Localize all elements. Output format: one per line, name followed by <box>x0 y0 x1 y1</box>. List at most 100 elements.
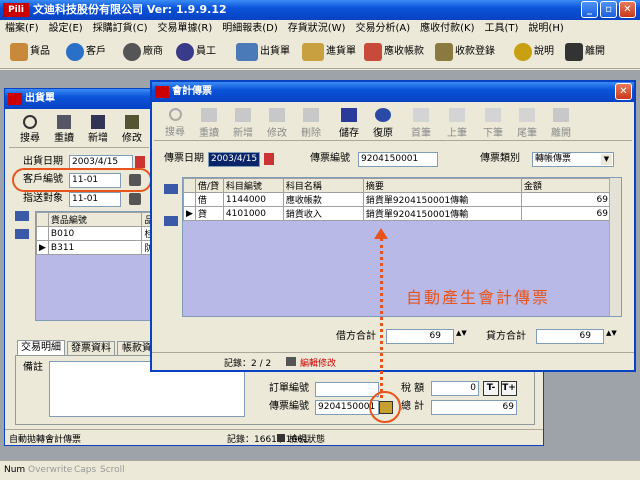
close-button[interactable]: ✕ <box>619 1 636 18</box>
toolbar-help[interactable]: 說明 <box>514 39 554 65</box>
tax-plus-button[interactable]: T+ <box>501 381 517 396</box>
table-row[interactable]: 借 1144000 應收帳款 銷貨單9204150001傳輸 69 <box>183 192 612 207</box>
tab-invoice[interactable]: 發票資料 <box>67 341 115 355</box>
calendar-icon[interactable] <box>264 153 274 165</box>
calendar-icon[interactable] <box>135 156 145 168</box>
toolbar-goods[interactable]: 貨品 <box>10 39 50 65</box>
customer-highlight <box>12 168 152 192</box>
insert-row-icon[interactable] <box>164 184 178 194</box>
voucher-tool-search[interactable]: 搜尋 <box>160 108 190 138</box>
voucher-no-input[interactable]: 9204150001 <box>358 152 438 167</box>
voucher-tool-last[interactable]: 尾筆 <box>512 108 542 139</box>
toolbar-purchase[interactable]: 進貨單 <box>302 39 356 65</box>
menu-analysis[interactable]: 交易分析(A) <box>350 20 415 38</box>
maximize-button[interactable]: ▫ <box>600 1 617 18</box>
voucher-tool-delete[interactable]: 刪除 <box>296 108 326 139</box>
exit-icon <box>565 43 583 61</box>
voucher-no-label: 傳票編號 <box>310 153 350 164</box>
delete-row-icon[interactable] <box>164 216 178 226</box>
save-icon <box>341 108 357 122</box>
annotation-label: 自動產生會計傳票 <box>406 288 551 307</box>
col-amount[interactable]: 金額 <box>520 178 612 193</box>
table-row[interactable]: B010桂花香皂 <box>36 226 150 241</box>
toolbar-receivable[interactable]: 應收帳款 <box>364 39 424 65</box>
col-goods-id[interactable]: 貨品編號 <box>47 212 143 227</box>
tab-trade-detail[interactable]: 交易明細 <box>17 340 65 355</box>
voucher-status-record: 記錄：2 / 2 <box>224 359 272 369</box>
toolbar-customer[interactable]: 客戶 <box>66 39 106 65</box>
help-icon <box>514 43 532 61</box>
voucher-tool-new[interactable]: 新增 <box>228 108 258 139</box>
ledger-icon <box>364 43 382 61</box>
shipping-tool-divider <box>9 147 149 148</box>
voucher-tool-edit[interactable]: 修改 <box>262 108 292 139</box>
toolbar-exit[interactable]: 離開 <box>565 39 605 65</box>
menu-settings[interactable]: 設定(E) <box>44 20 88 38</box>
toolbar-collection[interactable]: 收款登錄 <box>435 39 495 65</box>
annotation-arrow-line <box>380 238 383 398</box>
voucher-grid: 借/貸 科目編號 科目名稱 摘要 金額 借 1144000 應收帳款 銷貨單92… <box>182 177 622 317</box>
toolbar-employee[interactable]: 員工 <box>176 39 216 65</box>
employee-icon <box>176 43 194 61</box>
shipping-grid: 貨品編號品名 B010桂花香皂 ▶B311防脈氣才 <box>35 211 151 321</box>
menu-payments[interactable]: 應收付款(K) <box>415 20 479 38</box>
voucher-tool-save[interactable]: 儲存 <box>334 108 364 139</box>
shipping-tool-edit[interactable]: 修改 <box>117 115 147 144</box>
edit-icon <box>125 115 139 129</box>
reload-icon <box>201 108 217 122</box>
menu-trade[interactable]: 交易單據(R) <box>152 20 217 38</box>
spinner-icon[interactable]: ▲▼ <box>456 330 467 343</box>
app-logo: Pili <box>3 3 29 17</box>
menu-bar: 檔案(F) 設定(E) 採購訂貨(C) 交易單據(R) 明細報表(D) 存貨狀況(W) 交易… <box>0 20 640 38</box>
grid-scrollbar[interactable] <box>609 178 621 316</box>
menu-help[interactable]: 說明(H) <box>523 20 568 38</box>
voucher-tool-reload[interactable]: 重讀 <box>194 108 224 139</box>
ship-target-label: 指送對象 <box>23 193 63 204</box>
voucher-date-field[interactable]: 2003/4/15 <box>208 152 260 167</box>
tax-minus-button[interactable]: T- <box>483 381 499 396</box>
voucher-date-label: 傳票日期 <box>164 153 204 164</box>
menu-stock[interactable]: 存貨狀況(W) <box>283 20 351 38</box>
col-account-id[interactable]: 科目編號 <box>222 178 284 193</box>
voucher-logo <box>155 86 169 98</box>
voucher-icon-highlight <box>369 391 401 423</box>
edit-mode-icon <box>286 357 296 366</box>
edit-icon <box>269 108 285 122</box>
new-icon <box>235 108 251 122</box>
shipping-tool-new[interactable]: 新增 <box>83 115 113 144</box>
voucher-close-button[interactable]: ✕ <box>615 83 632 100</box>
insert-row-icon[interactable] <box>15 211 29 221</box>
menu-tools[interactable]: 工具(T) <box>480 20 524 38</box>
table-row: 貨品編號品名 <box>36 212 150 227</box>
credit-total-label: 貸方合計 <box>486 331 526 342</box>
voucher-tool-first[interactable]: 首筆 <box>406 108 436 139</box>
delete-row-icon[interactable] <box>15 229 29 239</box>
shipping-tool-reload[interactable]: 重讀 <box>49 115 79 144</box>
menu-purchase[interactable]: 採購訂貨(C) <box>88 20 153 38</box>
minimize-button[interactable]: _ <box>581 1 598 18</box>
new-icon <box>91 115 105 129</box>
col-account-name[interactable]: 科目名稱 <box>282 178 364 193</box>
order-no-field[interactable] <box>315 382 379 397</box>
menu-file[interactable]: 檔案(F) <box>0 20 44 38</box>
spinner-icon[interactable]: ▲▼ <box>606 330 617 343</box>
toolbar-shipping[interactable]: 出貨單 <box>236 39 290 65</box>
col-summary[interactable]: 摘要 <box>362 178 522 193</box>
col-dc[interactable]: 借/貸 <box>194 178 224 193</box>
status-overwrite: Overwrite <box>28 465 73 475</box>
table-row[interactable]: ▶B311防脈氣才 <box>36 240 150 255</box>
ship-target-field[interactable]: 11-01 <box>69 192 121 207</box>
toolbar-vendor[interactable]: 廠商 <box>123 39 163 65</box>
voucher-tool-next[interactable]: 下筆 <box>478 108 508 139</box>
voucher-tool-exit[interactable]: 離開 <box>546 108 576 139</box>
debit-total-label: 借方合計 <box>336 331 376 342</box>
table-row[interactable]: ▶ 貸 4101000 銷貨收入 銷貨單9204150001傳輸 69 <box>183 206 612 221</box>
total-label: 總 計 <box>401 401 425 412</box>
shipping-tool-search[interactable]: 搜尋 <box>15 115 45 144</box>
voucher-type-select[interactable]: 轉帳傳票 ▼ <box>532 152 614 167</box>
voucher-tool-undo[interactable]: 復原 <box>368 108 398 139</box>
lookup-icon[interactable] <box>129 193 141 205</box>
tax-field[interactable]: 0 <box>431 381 479 396</box>
voucher-tool-prev[interactable]: 上筆 <box>442 108 472 139</box>
menu-reports[interactable]: 明細報表(D) <box>217 20 283 38</box>
